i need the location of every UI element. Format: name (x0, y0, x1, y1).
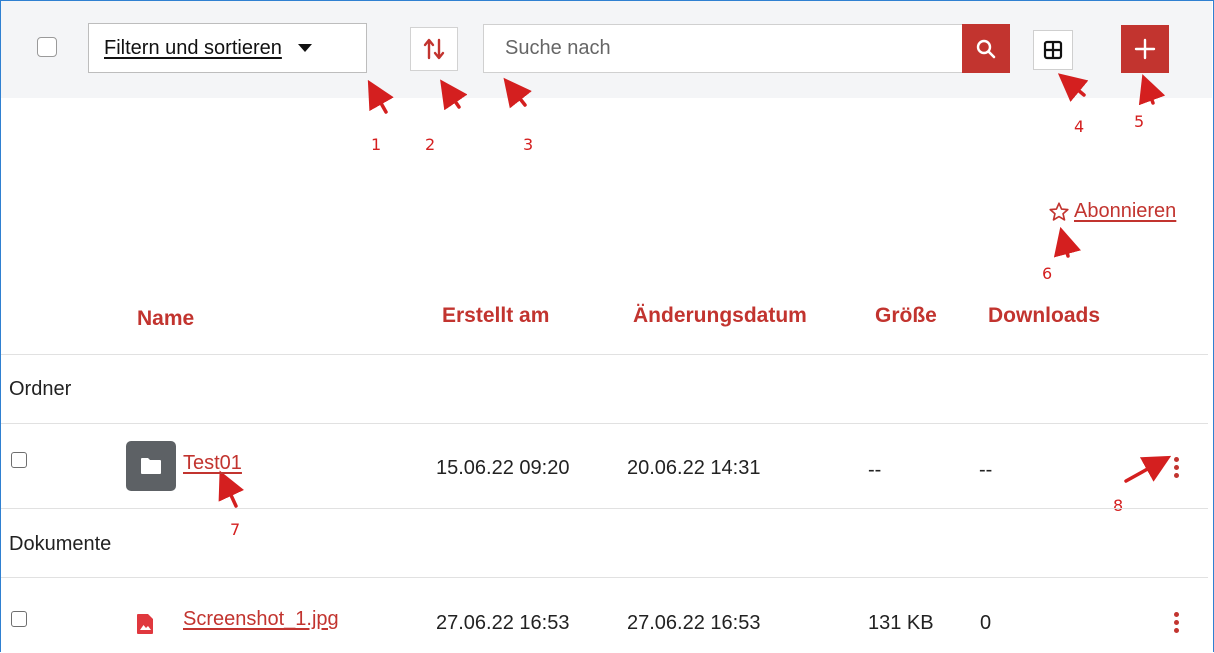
modified-cell: 20.06.22 14:31 (627, 457, 761, 479)
annotation-label-7: 7 (230, 520, 241, 539)
column-header-name[interactable]: Name (137, 307, 194, 331)
downloads-cell: 0 (980, 612, 992, 634)
annotation-label-5: 5 (1134, 112, 1145, 131)
kebab-menu-icon[interactable] (1174, 457, 1179, 478)
divider (1, 354, 1208, 355)
downloads-cell: -- (979, 459, 993, 481)
divider (1, 508, 1208, 509)
subscribe-link[interactable]: Abonnieren (1048, 200, 1176, 223)
kebab-menu-icon[interactable] (1174, 612, 1179, 633)
section-label-documents: Dokumente (9, 533, 112, 555)
size-cell: -- (868, 459, 882, 481)
annotation-label-2: 2 (425, 135, 436, 154)
column-header-size[interactable]: Größe (875, 304, 937, 328)
row-checkbox[interactable] (11, 452, 27, 468)
section-label-folders: Ordner (9, 378, 72, 400)
annotation-label-8: 8 (1113, 496, 1124, 515)
subscribe-label: Abonnieren (1074, 200, 1177, 222)
annotation-label-4: 4 (1074, 117, 1085, 136)
annotation-label-3: 3 (523, 135, 534, 154)
column-header-created[interactable]: Erstellt am (442, 304, 549, 328)
created-cell: 15.06.22 09:20 (436, 457, 570, 479)
column-header-modified[interactable]: Änderungsdatum (633, 304, 807, 328)
folder-icon (126, 441, 176, 491)
row-checkbox[interactable] (11, 611, 27, 627)
annotation-label-6: 6 (1042, 264, 1053, 283)
divider (1, 577, 1208, 578)
created-cell: 27.06.22 16:53 (436, 612, 570, 634)
divider (1, 423, 1208, 424)
image-file-icon (135, 613, 155, 640)
star-icon (1049, 201, 1069, 221)
folder-name-link[interactable]: Test01 (183, 452, 242, 475)
modified-cell: 27.06.22 16:53 (627, 612, 761, 634)
column-header-downloads[interactable]: Downloads (988, 304, 1100, 328)
size-cell: 131 KB (868, 612, 934, 634)
annotation-label-1: 1 (371, 135, 382, 154)
document-name-link[interactable]: Screenshot_1.jpg (183, 608, 339, 631)
